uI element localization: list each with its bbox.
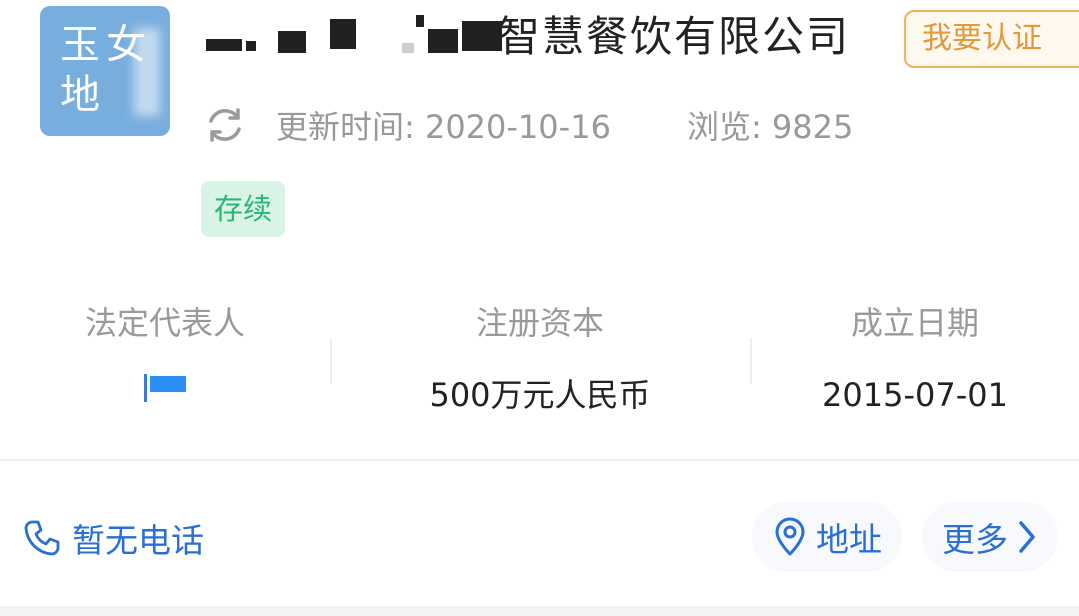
view-count: 浏览: 9825 xyxy=(686,108,854,146)
company-logo: 玉女地 xyxy=(40,6,170,136)
section-divider xyxy=(0,459,1079,461)
column-divider xyxy=(750,338,752,384)
update-time: 更新时间: 2020-10-16 xyxy=(276,108,611,146)
refresh-icon[interactable] xyxy=(204,104,246,146)
more-label: 更多 xyxy=(942,520,1008,559)
founded-value: 2015-07-01 xyxy=(822,376,1008,414)
registered-capital: 注册资本 500万元人民币 xyxy=(380,300,700,418)
location-pin-icon xyxy=(775,517,805,556)
address-button[interactable]: 地址 xyxy=(752,502,902,572)
meta-row: 更新时间: 2020-10-16 浏览: 9825 xyxy=(204,100,853,150)
more-button[interactable]: 更多 xyxy=(922,502,1058,572)
logo-redaction xyxy=(134,28,160,116)
chevron-right-icon xyxy=(1019,521,1035,553)
capital-label: 注册资本 xyxy=(475,304,604,342)
certify-button[interactable]: 我要认证 xyxy=(904,10,1079,68)
phone-label: 暂无电话 xyxy=(72,521,204,560)
capital-value: 500万元人民币 xyxy=(429,376,651,414)
address-label: 地址 xyxy=(816,520,882,559)
founded-label: 成立日期 xyxy=(850,304,979,342)
bottom-separator xyxy=(0,606,1079,616)
founded-date: 成立日期 2015-07-01 xyxy=(770,300,1060,418)
phone-icon xyxy=(24,520,60,556)
legal-rep-label: 法定代表人 xyxy=(84,304,245,342)
legal-rep-redaction[interactable] xyxy=(140,372,190,406)
company-header-card: 玉女地 智慧餐饮有限公司 我要认证 更新时间: 2020-10-16 浏览: 9… xyxy=(0,0,1079,616)
phone-button[interactable]: 暂无电话 xyxy=(22,510,204,566)
company-name-redaction xyxy=(206,11,502,63)
legal-representative[interactable]: 法定代表人 xyxy=(40,300,290,410)
status-badge: 存续 xyxy=(201,181,285,237)
company-name-text: 智慧餐饮有限公司 xyxy=(498,11,851,61)
company-name: 智慧餐饮有限公司 xyxy=(206,4,850,68)
column-divider xyxy=(330,338,332,384)
